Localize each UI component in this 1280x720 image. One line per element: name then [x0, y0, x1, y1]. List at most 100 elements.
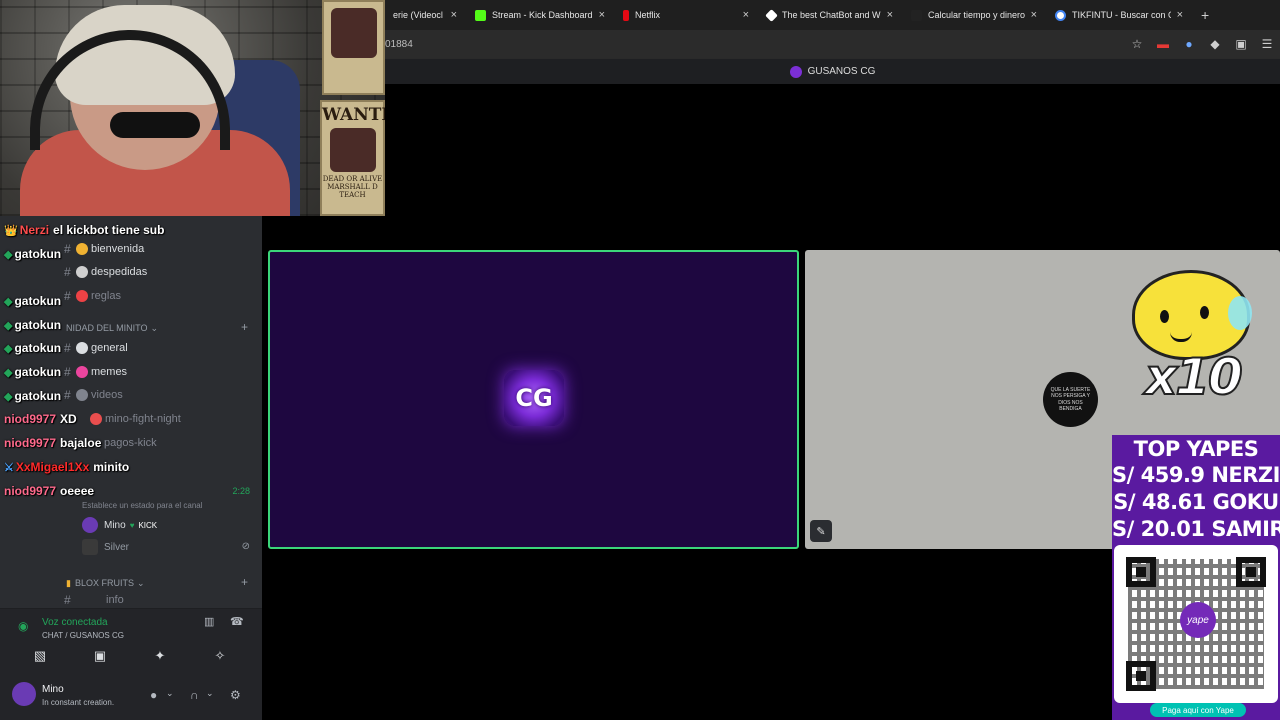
voice-user-name: Silver	[104, 541, 130, 553]
channel-emoji-icon	[76, 366, 88, 378]
channel-label: mino-fight-night	[105, 413, 181, 425]
voice-user-mino[interactable]: Mino ♥ KICK	[82, 515, 157, 535]
chevron-down-icon[interactable]: ⌄	[166, 688, 174, 699]
extensions-puzzle-icon[interactable]: ▣	[1228, 37, 1254, 51]
server-icon	[789, 65, 802, 78]
chat-nick: niod9977	[4, 484, 57, 498]
category-header[interactable]: NIDAD DEL MINITO ⌄	[66, 320, 158, 336]
chat-badge-icon: ⚔	[4, 461, 14, 474]
activities-icon[interactable]: ✦	[140, 645, 180, 667]
disconnect-icon[interactable]: ☎	[230, 615, 244, 628]
bee-eye-left	[1160, 310, 1169, 323]
channel-videos[interactable]: # videos	[64, 385, 123, 405]
channel-label: reglas	[91, 290, 121, 302]
add-channel-icon[interactable]: +	[241, 575, 248, 589]
voice-channel-timer: 2:28	[232, 486, 250, 496]
voice-connected-panel: ◉ Voz conectada CHAT / GUSANOS CG ▥ ☎ ▧ …	[0, 608, 262, 670]
chat-text: minito	[93, 460, 130, 474]
extension-diamond-icon[interactable]: ◆	[1202, 37, 1228, 51]
voice-channel-path[interactable]: CHAT / GUSANOS CG	[42, 631, 124, 640]
voice-channel-status[interactable]: Establece un estado para el canal	[82, 501, 203, 510]
new-tab-icon[interactable]: +	[1201, 7, 1209, 23]
browser-tab[interactable]: erie (Videocl ×	[385, 0, 467, 30]
close-icon[interactable]: ×	[1031, 9, 1037, 21]
chat-text: bajaloe	[60, 436, 102, 450]
chat-nick: XxMigael1Xx	[15, 460, 90, 474]
microphone-icon[interactable]: ●	[150, 688, 157, 702]
channel-reglas[interactable]: # reglas	[64, 286, 121, 306]
webcam-feed: WANTED DEAD OR ALIVE MARSHALL D TEACH	[0, 0, 385, 216]
chevron-down-icon: ⌄	[150, 322, 159, 333]
tab-title: The best ChatBot and Wi	[782, 10, 881, 20]
category-label: NIDAD DEL MINITO	[66, 323, 148, 333]
close-icon[interactable]: ×	[451, 9, 457, 21]
server-title-bar: GUSANOS CG	[385, 58, 1280, 84]
yape-entry: S/ 20.01 SAMIR	[1112, 517, 1280, 541]
chat-nick: gatokun	[14, 365, 62, 379]
avatar[interactable]	[12, 682, 36, 706]
qr-finder	[1236, 557, 1266, 587]
user-panel: Mino In constant creation. ● ⌄ ∩ ⌄ ⚙	[0, 670, 262, 720]
channel-info[interactable]: # info	[64, 594, 124, 606]
channel-pagos-kick[interactable]: pagos-kick	[104, 433, 157, 453]
chevron-down-icon[interactable]: ⌄	[206, 688, 214, 699]
participant-avatar: QUE LA SUERTE NOS PERSIGA Y DIOS NOS BEN…	[1043, 372, 1098, 427]
category-header[interactable]: ▮ BLOX FRUITS ⌄	[66, 575, 145, 591]
screen-share-icon[interactable]: ▣	[80, 645, 120, 667]
settings-gear-icon[interactable]: ⚙	[230, 688, 241, 702]
channel-general[interactable]: # general	[64, 338, 128, 358]
channel-emoji-icon	[90, 413, 102, 425]
chat-badge-icon: ◆	[4, 342, 13, 355]
google-favicon-icon	[1055, 9, 1066, 21]
menu-icon[interactable]: ☰	[1254, 37, 1280, 51]
url-field[interactable]: 01884	[385, 39, 1124, 50]
hash-icon: #	[64, 341, 71, 355]
chat-message: ◆ gatokun	[4, 290, 65, 312]
user-name[interactable]: Mino	[42, 684, 64, 695]
signal-icon: ◉	[18, 619, 29, 633]
close-icon[interactable]: ×	[887, 9, 893, 21]
close-icon[interactable]: ×	[743, 9, 749, 21]
browser-tab-kick[interactable]: Stream - Kick Dashboard ×	[467, 0, 615, 30]
cg-logo: CG	[504, 370, 564, 426]
yape-title: TOP YAPES	[1133, 437, 1259, 461]
poster-title: WANTED	[322, 105, 385, 125]
channel-memes[interactable]: # memes	[64, 362, 127, 382]
channel-despedidas[interactable]: # despedidas	[64, 262, 147, 282]
muted-icon: ⊘	[241, 541, 250, 552]
channel-mino-fight-night[interactable]: mino-fight-night	[90, 409, 181, 429]
poster-picture	[329, 128, 376, 172]
camera-off-icon[interactable]: ▧	[20, 645, 60, 667]
chat-message: niod9977 bajaloe	[4, 432, 101, 454]
chat-message: niod9977 oeeee	[4, 480, 94, 502]
browser-tab-netflix[interactable]: Netflix ×	[615, 0, 759, 30]
chat-text: el kickbot tiene sub	[53, 223, 165, 237]
voice-connected-label[interactable]: Voz conectada	[42, 617, 108, 628]
extension-red-icon[interactable]: ▬	[1150, 37, 1176, 51]
channel-bienvenida[interactable]: # bienvenida	[64, 239, 144, 259]
close-icon[interactable]: ×	[599, 9, 605, 21]
browser-tab-google[interactable]: TIKFINTU - Buscar con Go ×	[1047, 0, 1193, 30]
yape-logo: yape	[1180, 602, 1216, 638]
tab-title: erie (Videocl	[393, 10, 443, 20]
wanted-poster-top	[322, 0, 385, 95]
soundboard-icon[interactable]: ✧	[200, 645, 240, 667]
extension-blue-icon[interactable]: ●	[1176, 37, 1202, 51]
browser-tab-chatbot[interactable]: The best ChatBot and Wi ×	[759, 0, 903, 30]
channel-emoji-icon	[76, 342, 88, 354]
qr-finder	[1126, 557, 1156, 587]
add-channel-icon[interactable]: +	[241, 320, 248, 334]
channel-emoji-icon	[76, 290, 88, 302]
chat-message: ⚔ XxMigael1Xx minito	[4, 456, 129, 478]
noise-suppression-icon[interactable]: ▥	[204, 615, 214, 628]
wanted-poster-bottom: WANTED DEAD OR ALIVE MARSHALL D TEACH	[320, 100, 385, 216]
yape-entry: S/ 48.61 GOKU	[1113, 490, 1279, 514]
chat-nick: gatokun	[14, 341, 62, 355]
voice-user-silver[interactable]: Silver	[82, 537, 129, 557]
headphones-icon[interactable]: ∩	[190, 688, 199, 702]
close-icon[interactable]: ×	[1177, 9, 1183, 21]
avatar	[82, 539, 98, 555]
bookmark-star-icon[interactable]: ☆	[1124, 37, 1150, 51]
hash-icon: #	[64, 365, 71, 379]
browser-tab-calculator[interactable]: Calcular tiempo y dinero ×	[903, 0, 1047, 30]
